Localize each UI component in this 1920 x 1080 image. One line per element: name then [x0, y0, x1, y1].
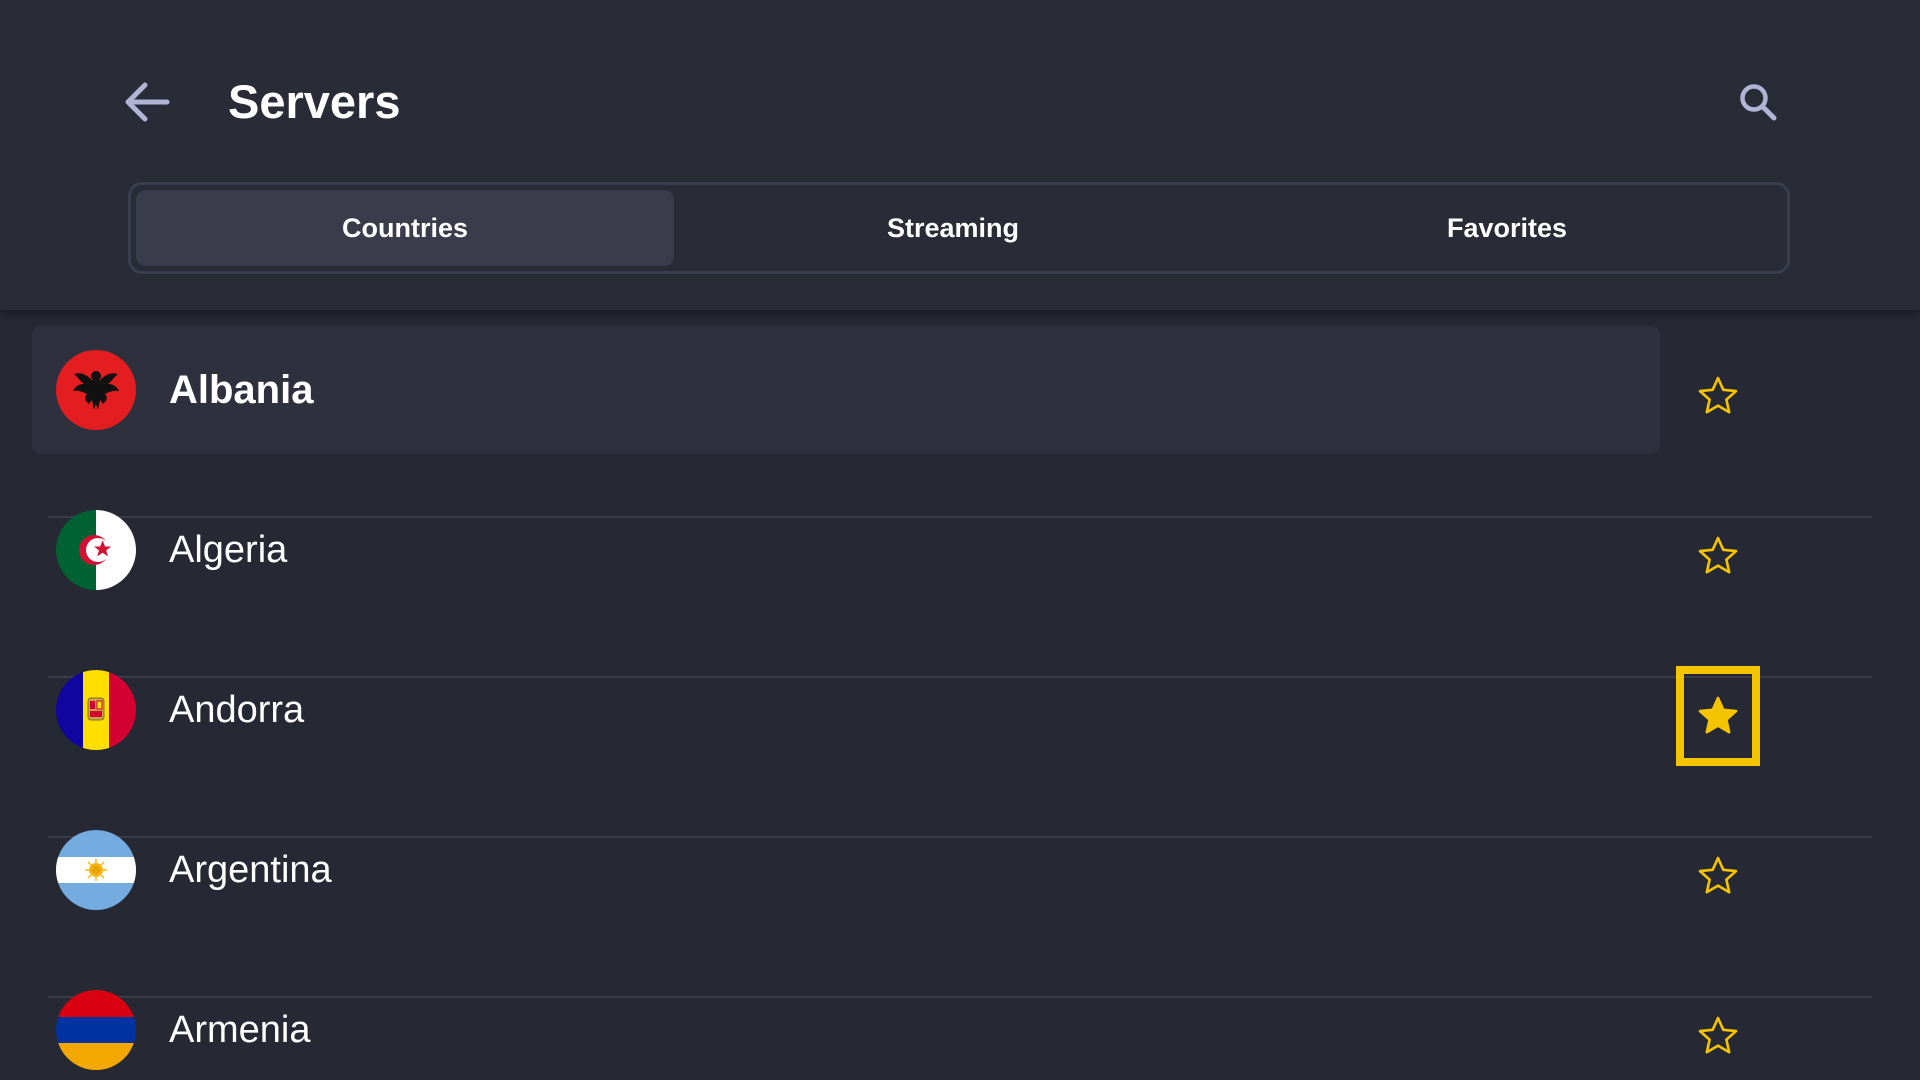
favorite-button[interactable]	[1676, 826, 1760, 926]
star-outline-icon	[1698, 376, 1738, 414]
tab-favorites[interactable]: Favorites	[1232, 190, 1782, 266]
argentina-flag	[56, 830, 136, 910]
country-name: Albania	[169, 368, 314, 412]
country-name: Andorra	[169, 689, 305, 731]
star-outline-icon	[1698, 536, 1738, 574]
favorite-button[interactable]	[1676, 986, 1760, 1080]
favorite-button[interactable]	[1676, 346, 1760, 446]
servers-screen: Servers Countries Streaming Favorites Al…	[0, 0, 1920, 1080]
tab-streaming[interactable]: Streaming	[678, 190, 1228, 266]
page-title: Servers	[228, 75, 401, 128]
list-item: Andorra	[0, 630, 1920, 838]
list-item: Algeria	[0, 470, 1920, 678]
search-icon	[1740, 84, 1777, 121]
tab-countries[interactable]: Countries	[136, 190, 674, 266]
star-filled-icon	[1698, 696, 1738, 734]
back-button[interactable]	[116, 74, 176, 130]
algeria-flag	[56, 510, 136, 590]
favorite-button[interactable]	[1676, 506, 1760, 606]
albania-flag	[56, 350, 136, 430]
country-row-argentina[interactable]: Argentina	[32, 806, 1660, 934]
favorite-button[interactable]	[1676, 666, 1760, 766]
list-item: Argentina	[0, 790, 1920, 998]
country-row-andorra[interactable]: Andorra	[32, 646, 1660, 774]
star-outline-icon	[1698, 1016, 1738, 1054]
andorra-flag	[56, 670, 136, 750]
arrow-left-icon	[125, 82, 170, 122]
country-row-algeria[interactable]: Algeria	[32, 486, 1660, 614]
country-row-albania[interactable]: Albania	[32, 326, 1660, 454]
country-name: Argentina	[169, 849, 332, 891]
armenia-flag	[56, 990, 136, 1070]
country-row-armenia[interactable]: Armenia	[32, 966, 1660, 1080]
country-list: Albania Algeria Andorra Argentina Armeni…	[0, 310, 1920, 1080]
tab-bar: Countries Streaming Favorites	[128, 182, 1790, 274]
search-button[interactable]	[1730, 76, 1786, 128]
country-name: Armenia	[169, 1009, 311, 1051]
header: Servers Countries Streaming Favorites	[0, 0, 1920, 310]
star-outline-icon	[1698, 856, 1738, 894]
list-item: Armenia	[0, 950, 1920, 1080]
list-item: Albania	[0, 310, 1920, 518]
country-name: Algeria	[169, 529, 288, 571]
